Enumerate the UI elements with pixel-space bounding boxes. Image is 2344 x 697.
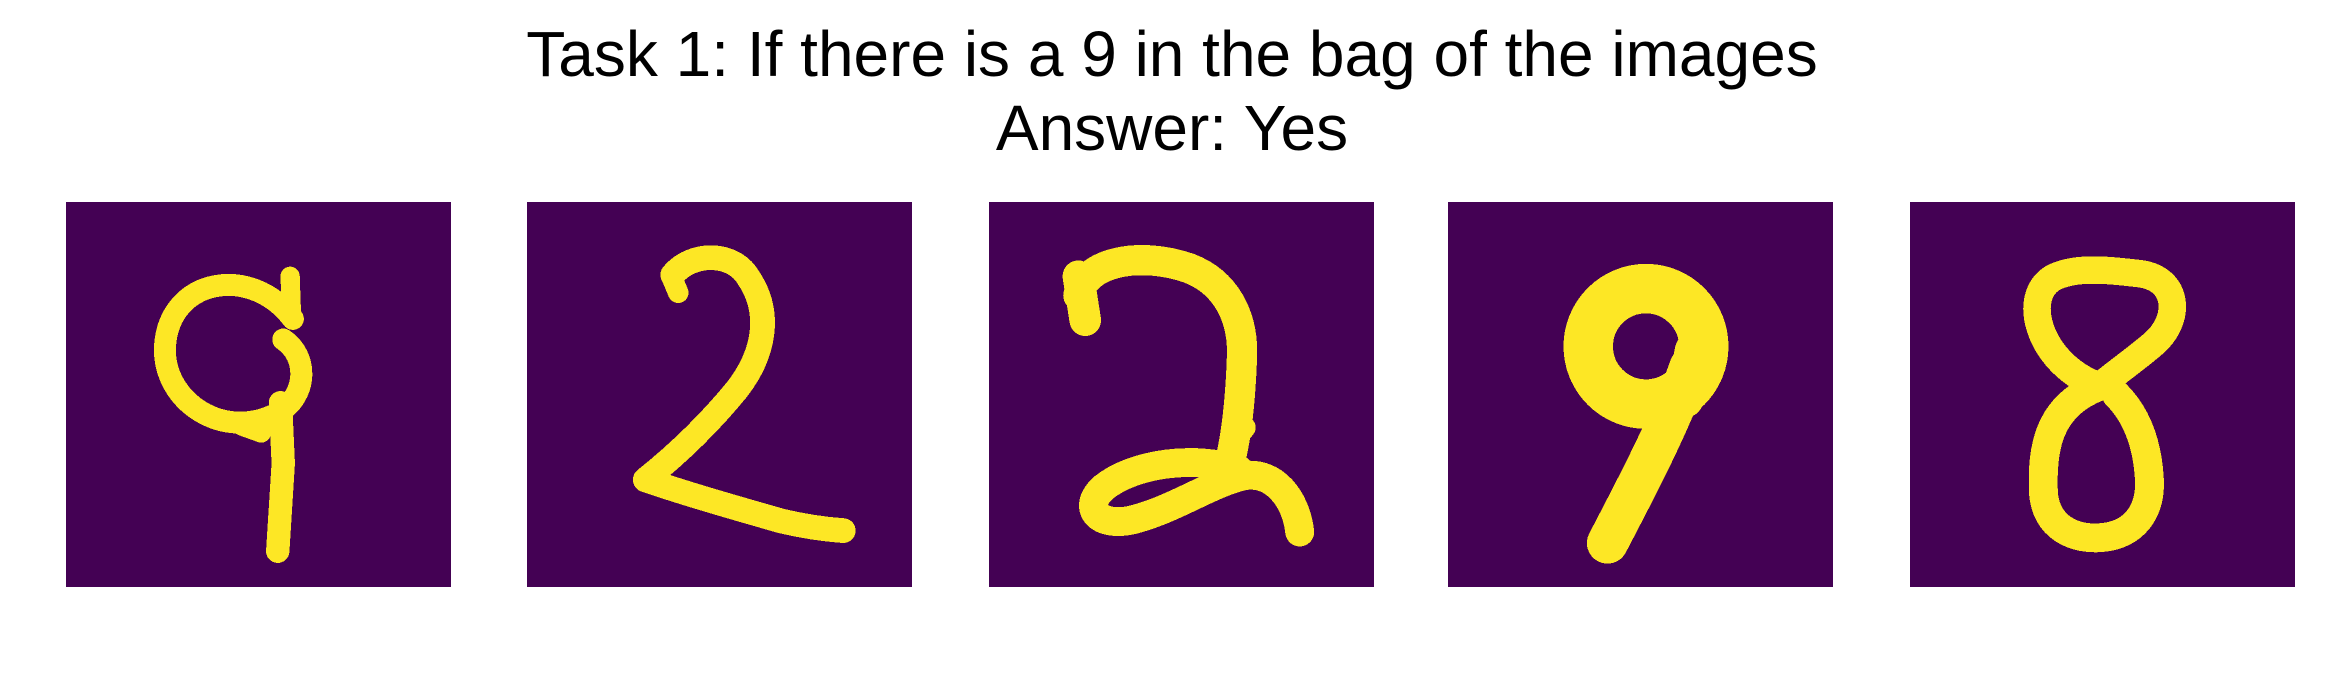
mnist-image-5 <box>1910 202 2295 587</box>
figure-answer: Answer: Yes <box>995 92 1349 164</box>
figure-title: Task 1: If there is a 9 in the bag of th… <box>526 18 1818 90</box>
mnist-image-1 <box>66 202 451 587</box>
mnist-image-4 <box>1448 202 1833 587</box>
mnist-image-3 <box>989 202 1374 587</box>
mnist-image-2 <box>527 202 912 587</box>
